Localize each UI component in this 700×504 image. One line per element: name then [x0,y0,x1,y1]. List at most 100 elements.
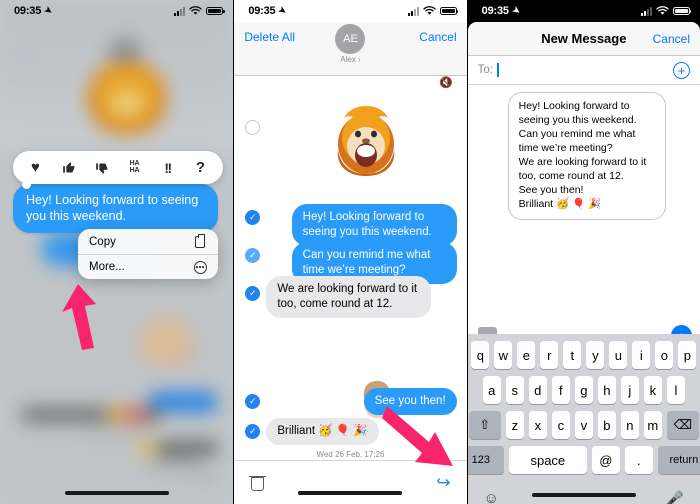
trash-icon[interactable] [249,474,267,491]
highlighted-message-bubble[interactable]: Hey! Looking forward to seeing you this … [13,184,218,233]
new-message-sheet: New Message Cancel To: + Hey! Looking fo… [467,22,700,504]
keyboard-row-3: ⇧ z x c v b n m ⌫ [468,411,700,439]
annotation-arrow-up [62,284,96,350]
numbers-key[interactable]: 123 [467,446,504,474]
question-mark-reaction-icon[interactable]: ? [184,151,217,184]
space-key[interactable]: space [508,446,587,474]
double-exclamation-reaction-icon[interactable]: !! [151,151,184,184]
cellular-bars-icon [174,6,186,16]
compose-line-5: Brilliant 🥳 🎈 🎉 [518,198,602,211]
wifi-icon [423,6,436,15]
key-n[interactable]: n [620,411,639,439]
message-bubble-1[interactable]: Hey! Looking forward to seeing you this … [291,204,457,246]
contact-name-text: Alex [340,55,356,64]
period-key[interactable]: . [624,446,653,474]
shift-key-icon[interactable]: ⇧ [468,411,501,439]
status-bar: 09:35 ➤ [468,0,700,22]
key-g[interactable]: g [574,376,593,404]
key-j[interactable]: j [620,376,639,404]
key-c[interactable]: c [551,411,570,439]
chevron-right-icon: › [358,55,361,64]
status-bar-indicators [174,6,225,16]
contact-name: Alex › [335,55,365,64]
message-bubble-5[interactable]: Brilliant 🥳 🎈 🎉 [266,418,379,445]
selection-check-5[interactable]: ✓ [245,424,261,439]
context-menu-item-copy[interactable]: Copy [78,229,218,254]
key-o[interactable]: o [655,341,674,369]
key-y[interactable]: y [586,341,605,369]
return-key[interactable]: return [657,446,700,474]
tapback-reaction-bar[interactable]: ♥ HA HA !! ? [13,151,223,189]
status-bar-indicators [407,6,459,16]
cancel-button[interactable]: Cancel [419,26,456,44]
compose-line-2: Can you remind me what time we’re meetin… [518,128,636,155]
status-bar-time-group: 09:35 ➤ [482,3,523,17]
copy-label: Copy [89,235,116,248]
cancel-button[interactable]: Cancel [653,32,690,46]
keyboard-row-1: q w e r t y u i o p [468,341,700,369]
key-m[interactable]: m [643,411,662,439]
key-u[interactable]: u [609,341,628,369]
key-h[interactable]: h [597,376,616,404]
key-d[interactable]: d [528,376,547,404]
context-menu[interactable]: Copy More... [78,229,218,279]
status-bar-indicators [640,6,692,16]
key-w[interactable]: w [494,341,513,369]
key-a[interactable]: a [482,376,501,404]
clipboard-icon [193,233,207,249]
onscreen-keyboard[interactable]: q w e r t y u i o p a s d f g h j k l ⇧ … [467,334,700,504]
speaker-muted-icon: 🔇 [438,77,453,89]
emoji-smiley-icon[interactable]: ☺ [484,490,499,504]
message-bubble-3[interactable]: We are looking forward to it too, come r… [266,276,432,318]
haha-reaction-icon[interactable]: HA HA [118,151,151,184]
backspace-key-icon[interactable]: ⌫ [666,411,699,439]
status-bar: 09:35 ➤ [234,0,466,22]
at-key[interactable]: @ [591,446,620,474]
key-f[interactable]: f [551,376,570,404]
page-title: New Message [541,31,627,46]
compose-line-1: Hey! Looking forward to seeing you this … [518,100,637,127]
context-menu-item-more[interactable]: More... [78,254,218,279]
key-t[interactable]: t [563,341,582,369]
delete-all-button[interactable]: Delete All [244,26,295,44]
key-b[interactable]: b [597,411,616,439]
microphone-icon[interactable]: 🎤 [665,490,684,504]
status-bar-time: 09:35 [14,5,42,17]
key-e[interactable]: e [517,341,536,369]
key-s[interactable]: s [505,376,524,404]
memoji-lion-sticker[interactable] [330,98,402,178]
location-arrow-icon: ➤ [510,3,523,16]
compose-text-field[interactable]: Hey! Looking forward to seeing you this … [507,92,666,220]
selection-check-1[interactable]: ✓ [245,210,261,225]
key-r[interactable]: r [540,341,559,369]
text-cursor [497,63,499,77]
forward-arrow-icon[interactable]: ↪ [436,473,450,493]
heart-reaction-icon[interactable]: ♥ [19,151,52,184]
selection-check-3[interactable]: ✓ [245,286,261,301]
key-q[interactable]: q [471,341,490,369]
compose-area: Hey! Looking forward to seeing you this … [467,86,700,354]
selection-check-4[interactable]: ✓ [245,394,261,409]
key-z[interactable]: z [505,411,524,439]
panel-tapback-menu: 09:35 ➤ ♥ HA HA !! ? Hey! Looking forward… [0,0,234,504]
battery-icon [672,6,692,16]
thumbs-down-reaction-icon[interactable] [85,151,118,184]
selection-check-2[interactable]: ✓ [245,248,261,263]
key-p[interactable]: p [678,341,697,369]
selection-circle-unselected[interactable] [245,120,261,135]
key-v[interactable]: v [574,411,593,439]
to-label: To: [477,64,493,76]
home-indicator [64,491,169,495]
ellipsis-circle-icon [193,260,207,274]
key-i[interactable]: i [632,341,651,369]
compose-line-4: See you then! [518,184,584,197]
key-l[interactable]: l [666,376,685,404]
panel-new-message: 09:35 ➤ New Message Cancel To: + Hey! Lo… [466,0,700,504]
key-x[interactable]: x [528,411,547,439]
avatar[interactable]: AE [335,24,366,54]
key-k[interactable]: k [643,376,662,404]
thumbs-up-reaction-icon[interactable] [52,151,85,184]
contact-header[interactable]: AE Alex › [335,24,366,64]
recipient-row[interactable]: To: + [467,56,700,85]
plus-circle-icon[interactable]: + [672,61,690,79]
